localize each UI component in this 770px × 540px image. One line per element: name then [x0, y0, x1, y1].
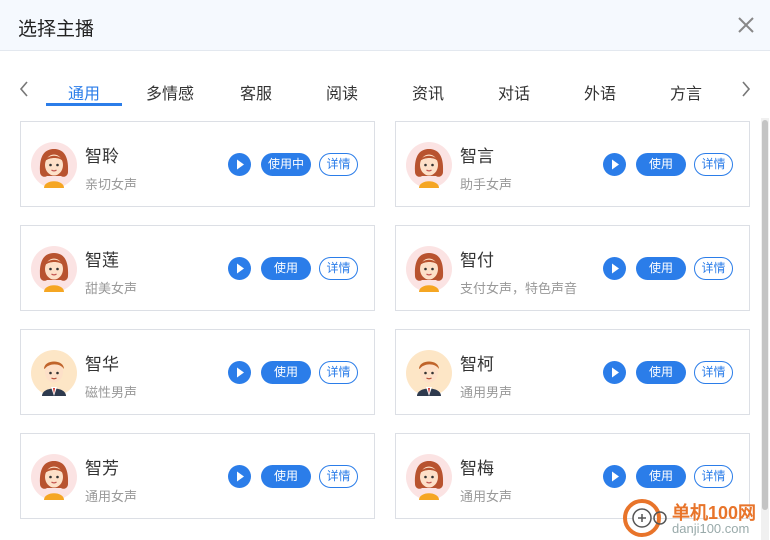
male-avatar-icon — [31, 350, 77, 396]
voice-description: 通用男声 — [460, 385, 513, 400]
voice-description: 磁性男声 — [85, 385, 138, 400]
avatar — [406, 350, 452, 396]
dialog-header: 选择主播 — [0, 0, 770, 51]
voice-description: 支付女声，特色声音 — [460, 281, 578, 296]
voice-name: 智梅 — [460, 459, 494, 478]
avatar — [31, 350, 77, 396]
voice-card[interactable]: 智付 支付女声，特色声音 使用 详情 — [395, 225, 750, 311]
voice-card[interactable]: 智华 磁性男声 使用 详情 — [20, 329, 375, 415]
tab-reading[interactable]: 阅读 — [302, 80, 382, 104]
watermark-logo: 单机100网 danji100.com — [622, 497, 768, 539]
female-avatar-icon — [31, 142, 77, 188]
watermark-url: danji100.com — [672, 521, 750, 536]
use-button[interactable]: 使用 — [636, 361, 686, 384]
detail-button[interactable]: 详情 — [319, 361, 358, 384]
play-icon[interactable] — [603, 465, 626, 488]
active-tab-indicator — [46, 103, 122, 106]
female-avatar-icon — [406, 246, 452, 292]
avatar — [406, 454, 452, 500]
scrollbar-thumb[interactable] — [762, 120, 768, 510]
female-avatar-icon — [31, 246, 77, 292]
avatar — [31, 142, 77, 188]
use-button[interactable]: 使用 — [636, 257, 686, 280]
voice-description: 甜美女声 — [85, 281, 138, 296]
play-icon[interactable] — [603, 153, 626, 176]
use-button[interactable]: 使用 — [636, 465, 686, 488]
tab-customer-service[interactable]: 客服 — [216, 80, 296, 104]
detail-button[interactable]: 详情 — [319, 257, 358, 280]
voice-card[interactable]: 智莲 甜美女声 使用 详情 — [20, 225, 375, 311]
voice-name: 智华 — [85, 355, 119, 374]
use-button[interactable]: 使用 — [636, 153, 686, 176]
use-button[interactable]: 使用 — [261, 257, 311, 280]
detail-button[interactable]: 详情 — [694, 465, 733, 488]
detail-button[interactable]: 详情 — [319, 153, 358, 176]
voice-name: 智莲 — [85, 251, 119, 270]
tab-foreign[interactable]: 外语 — [560, 80, 640, 104]
avatar — [406, 142, 452, 188]
play-icon[interactable] — [228, 153, 251, 176]
use-button[interactable]: 使用中 — [261, 153, 311, 176]
play-icon[interactable] — [603, 361, 626, 384]
voice-name: 智柯 — [460, 355, 494, 374]
voice-name: 智芳 — [85, 459, 119, 478]
female-avatar-icon — [406, 142, 452, 188]
chevron-left-icon[interactable] — [17, 80, 31, 98]
voice-name: 智言 — [460, 147, 494, 166]
avatar — [406, 246, 452, 292]
tab-bar: 通用 多情感 客服 阅读 资讯 对话 外语 方言 — [0, 70, 770, 110]
play-icon[interactable] — [603, 257, 626, 280]
tab-news[interactable]: 资讯 — [388, 80, 468, 104]
voice-card[interactable]: 智芳 通用女声 使用 详情 — [20, 433, 375, 519]
play-icon[interactable] — [228, 465, 251, 488]
voice-grid: 智聆 亲切女声 使用中 详情 智言 助手女声 使用 详情 智莲 甜美女声 使用 … — [0, 110, 770, 540]
detail-button[interactable]: 详情 — [694, 153, 733, 176]
detail-button[interactable]: 详情 — [694, 361, 733, 384]
voice-description: 通用女声 — [460, 489, 513, 504]
tab-dialogue[interactable]: 对话 — [474, 80, 554, 104]
detail-button[interactable]: 详情 — [319, 465, 358, 488]
voice-name: 智聆 — [85, 147, 119, 166]
play-icon[interactable] — [228, 257, 251, 280]
tab-general[interactable]: 通用 — [44, 80, 124, 104]
voice-description: 助手女声 — [460, 177, 513, 192]
voice-card[interactable]: 智言 助手女声 使用 详情 — [395, 121, 750, 207]
voice-card[interactable]: 智柯 通用男声 使用 详情 — [395, 329, 750, 415]
use-button[interactable]: 使用 — [261, 361, 311, 384]
tab-dialect[interactable]: 方言 — [646, 80, 726, 104]
tab-emotional[interactable]: 多情感 — [130, 80, 210, 104]
voice-description: 通用女声 — [85, 489, 138, 504]
dialog-title: 选择主播 — [18, 19, 95, 40]
male-avatar-icon — [406, 350, 452, 396]
watermark-icon — [623, 499, 667, 537]
voice-name: 智付 — [460, 251, 494, 270]
play-icon[interactable] — [228, 361, 251, 384]
avatar — [31, 246, 77, 292]
chevron-right-icon[interactable] — [739, 80, 753, 98]
voice-description: 亲切女声 — [85, 177, 138, 192]
female-avatar-icon — [31, 454, 77, 500]
detail-button[interactable]: 详情 — [694, 257, 733, 280]
use-button[interactable]: 使用 — [261, 465, 311, 488]
female-avatar-icon — [406, 454, 452, 500]
avatar — [31, 454, 77, 500]
close-icon[interactable] — [736, 15, 756, 35]
voice-card[interactable]: 智聆 亲切女声 使用中 详情 — [20, 121, 375, 207]
